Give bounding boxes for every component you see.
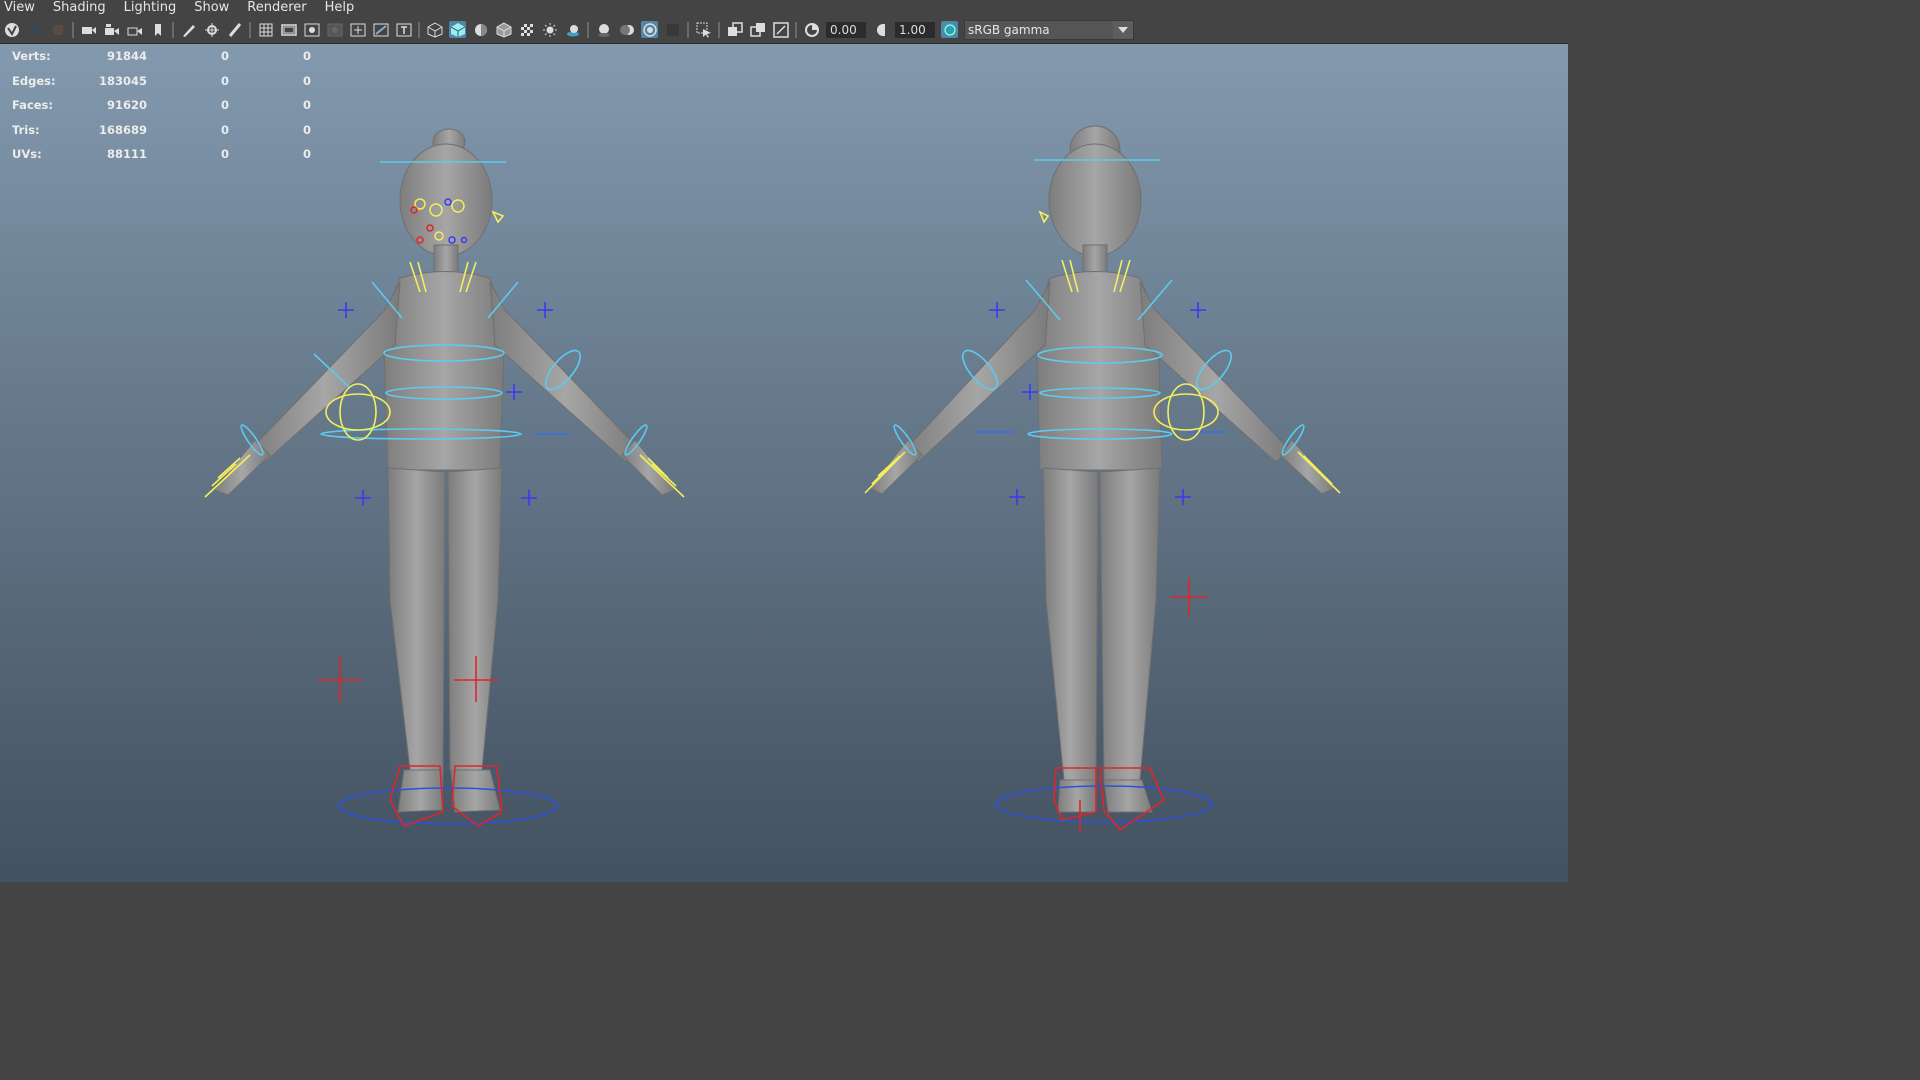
- menu-bar: View Shading Lighting Show Renderer Help: [0, 0, 1568, 16]
- ear-control[interactable]: [1038, 210, 1050, 224]
- xray-active-components-icon[interactable]: [749, 21, 766, 38]
- grease-pencil-icon[interactable]: [180, 21, 197, 38]
- toolbar-separator: [587, 21, 589, 38]
- toolbar-separator: [718, 21, 720, 38]
- image-plane-icon[interactable]: [126, 21, 143, 38]
- shadows-icon[interactable]: [564, 21, 581, 38]
- camera-bookmarks-icon[interactable]: [103, 21, 120, 38]
- neck: [433, 244, 459, 276]
- lock-camera-icon[interactable]: [26, 21, 43, 38]
- toolbar-separator: [418, 21, 420, 38]
- left-shoe: [1103, 779, 1153, 813]
- toolbar-separator: [72, 21, 74, 38]
- left-hand: [621, 439, 676, 496]
- toolbar-separator: [795, 21, 797, 38]
- safe-title-icon[interactable]: [395, 21, 412, 38]
- use-all-lights-icon[interactable]: [541, 21, 558, 38]
- film-gate-icon[interactable]: [280, 21, 297, 38]
- screen-space-ao-icon[interactable]: [595, 21, 612, 38]
- select-camera-icon[interactable]: [3, 21, 20, 38]
- default-material-icon[interactable]: [472, 21, 489, 38]
- right-leg: [387, 467, 446, 771]
- pole-locator[interactable]: [355, 490, 371, 506]
- camera-attributes-icon[interactable]: [80, 21, 97, 38]
- depth-of-field-icon[interactable]: [664, 21, 681, 38]
- right-shoe: [1057, 779, 1097, 813]
- wireframe-on-shaded-icon[interactable]: [495, 21, 512, 38]
- left-shoe: [450, 769, 501, 813]
- view-transform-value: sRGB gamma: [968, 22, 1050, 37]
- ik-fk-switch-h[interactable]: [1153, 393, 1219, 431]
- gate-mask-icon[interactable]: [326, 21, 343, 38]
- bookmark-camera-icon[interactable]: [49, 21, 66, 38]
- textured-icon[interactable]: [518, 21, 535, 38]
- character-front-mesh[interactable]: [213, 128, 676, 813]
- ik-fk-switch-v[interactable]: [1167, 383, 1205, 441]
- exposure-field[interactable]: 0.00: [826, 21, 866, 38]
- resolution-gate-icon[interactable]: [303, 21, 320, 38]
- left-hand: [1279, 439, 1336, 495]
- pole-locator[interactable]: [537, 302, 553, 318]
- pole-locator[interactable]: [989, 302, 1005, 318]
- pole-locator[interactable]: [1175, 489, 1191, 505]
- toolbar-separator: [687, 21, 689, 38]
- pole-locator[interactable]: [1022, 384, 1038, 400]
- isolate-select-icon[interactable]: [695, 21, 712, 38]
- chevron-down-icon[interactable]: [1113, 20, 1133, 39]
- menu-show[interactable]: Show: [194, 0, 229, 16]
- field-chart-icon[interactable]: [349, 21, 366, 38]
- wireframe-icon[interactable]: [426, 21, 443, 38]
- bookmark-icon[interactable]: [149, 21, 166, 38]
- motion-blur-icon[interactable]: [618, 21, 635, 38]
- left-arm: [1139, 281, 1291, 463]
- gamma-field[interactable]: 1.00: [895, 21, 935, 38]
- pole-locator[interactable]: [1009, 489, 1025, 505]
- pole-locator[interactable]: [338, 302, 354, 318]
- panel-toolbar: 0.00 1.00 sRGB gamma: [0, 16, 1568, 44]
- left-arm: [489, 281, 641, 463]
- torso: [382, 271, 506, 471]
- knee-locator[interactable]: [318, 656, 362, 702]
- ik-fk-switch-v[interactable]: [339, 383, 377, 441]
- pole-locator[interactable]: [521, 490, 537, 506]
- ik-fk-switch-h[interactable]: [325, 393, 391, 431]
- menu-shading[interactable]: Shading: [53, 0, 106, 16]
- pole-locator[interactable]: [1190, 302, 1206, 318]
- grease-brush-icon[interactable]: [226, 21, 243, 38]
- left-leg: [447, 467, 503, 771]
- menu-help[interactable]: Help: [325, 0, 355, 16]
- grid-icon[interactable]: [257, 21, 274, 38]
- menu-view[interactable]: View: [4, 0, 35, 16]
- scene-canvas: [204, 125, 1341, 832]
- gamma-icon[interactable]: [872, 21, 889, 38]
- toolbar-separator: [172, 21, 174, 38]
- menu-renderer[interactable]: Renderer: [247, 0, 306, 16]
- right-shoe: [397, 769, 444, 813]
- pole-locator[interactable]: [506, 384, 522, 400]
- color-management-on-icon[interactable]: [941, 21, 958, 38]
- xray-joints-icon[interactable]: [772, 21, 789, 38]
- toolbar-separator: [249, 21, 251, 38]
- safe-action-icon[interactable]: [372, 21, 389, 38]
- neck: [1082, 244, 1108, 276]
- 2d-pan-zoom-icon[interactable]: [203, 21, 220, 38]
- smooth-shade-icon[interactable]: [449, 21, 466, 38]
- foot-root-control[interactable]: [338, 787, 558, 825]
- multisample-aa-icon[interactable]: [641, 21, 658, 38]
- character-back-mesh[interactable]: [869, 125, 1336, 813]
- exposure-icon[interactable]: [803, 21, 820, 38]
- right-leg: [1042, 467, 1099, 781]
- 3d-viewport[interactable]: Verts: 91844 0 0 Edges: 183045 0 0 Faces…: [0, 44, 1568, 882]
- left-leg: [1099, 467, 1161, 781]
- ear-control[interactable]: [491, 210, 505, 224]
- knee-locator[interactable]: [1171, 578, 1207, 616]
- view-transform-dropdown[interactable]: sRGB gamma: [964, 19, 1134, 40]
- menu-lighting[interactable]: Lighting: [124, 0, 177, 16]
- xray-icon[interactable]: [726, 21, 743, 38]
